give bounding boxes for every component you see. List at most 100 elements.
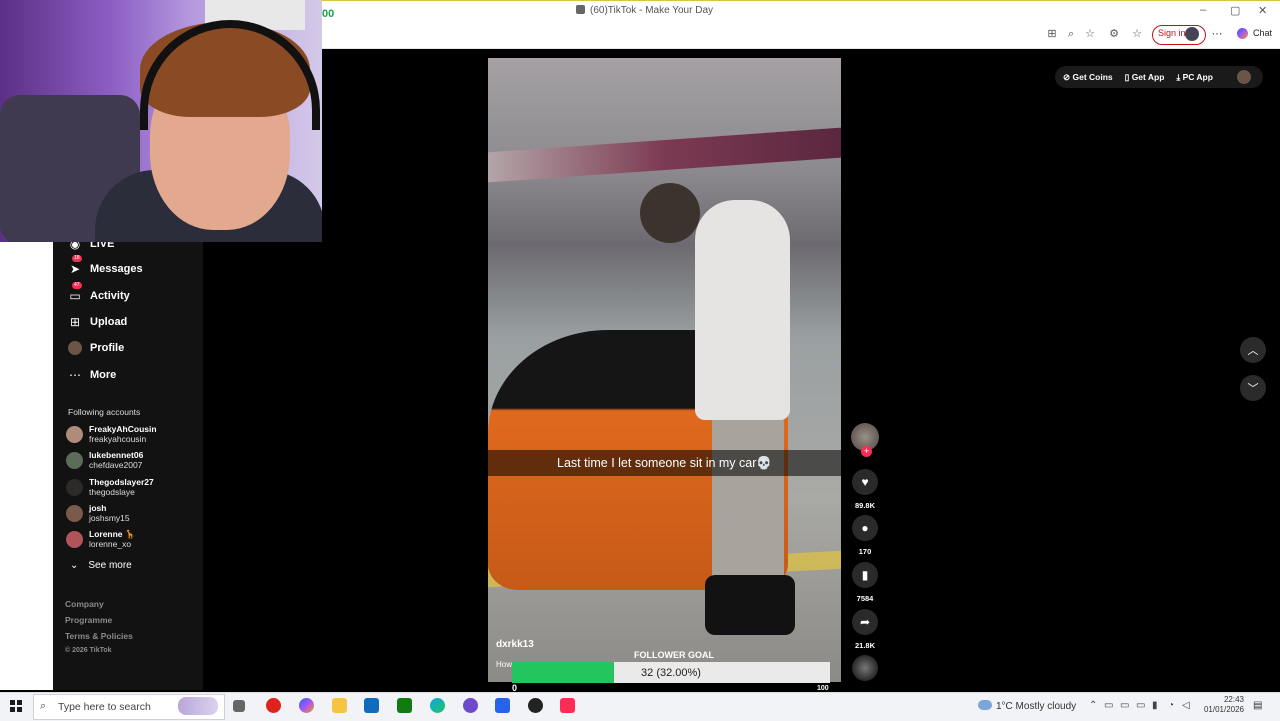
window-title: (60)TikTok - Make Your Day [590, 5, 714, 16]
profile-avatar-icon [1185, 27, 1199, 41]
edge-icon[interactable] [430, 698, 445, 713]
share-button[interactable]: ➦ [852, 609, 878, 635]
follower-goal-progress: 32 (32.00%) [641, 666, 701, 679]
notification-icon[interactable]: ▤ [1253, 700, 1262, 711]
footer-link-programme[interactable]: Programme [65, 615, 112, 625]
video-scene-person-body [695, 200, 790, 420]
opera-icon[interactable] [266, 698, 281, 713]
tiktok-taskbar-icon[interactable] [560, 698, 575, 713]
account-username: thegodslaye [89, 487, 135, 497]
footer-link-terms[interactable]: Terms & Policies [65, 631, 133, 641]
more-options-icon[interactable]: ⋯ [1211, 28, 1223, 40]
paper-plane-icon: ➤ 18 [69, 255, 82, 276]
media-app-icon[interactable] [528, 698, 543, 713]
task-view-icon[interactable] [233, 700, 245, 712]
messenger-icon[interactable] [463, 698, 478, 713]
previous-video-button[interactable]: ︿ [1240, 337, 1266, 363]
following-account[interactable]: lukebennet06 chefdave2007 [66, 448, 143, 472]
minimize-icon[interactable]: – [1200, 4, 1206, 16]
avatar-icon [68, 341, 82, 355]
xbox-icon[interactable] [397, 698, 412, 713]
account-name: Lorenne 🦒 [89, 529, 136, 539]
following-account[interactable]: FreakyAhCousin freakyahcousin [66, 422, 157, 446]
sidebar-item-more[interactable]: ⋯ More [68, 366, 116, 384]
sign-in-label: Sign in [1158, 28, 1186, 38]
footer-link-company[interactable]: Company [65, 599, 104, 609]
save-count: 7584 [856, 594, 874, 603]
see-more-label: See more [88, 560, 132, 571]
see-more-button[interactable]: ⌄ See more [70, 560, 132, 571]
following-account[interactable]: josh joshsmy15 [66, 501, 130, 525]
sidebar-item-messages[interactable]: ➤ 18 Messages [68, 255, 143, 278]
tab-counter: 00 [322, 8, 335, 20]
following-account[interactable]: Thegodslayer27 thegodslaye [66, 475, 154, 499]
favorite-star-icon[interactable]: ☆ [1084, 28, 1096, 40]
chevron-down-icon: ⌄ [70, 560, 79, 571]
microphone-icon[interactable]: ▮ [1152, 700, 1158, 711]
account-username: freakyahcousin [89, 434, 147, 444]
favorites-icon[interactable]: ☆ [1131, 28, 1143, 40]
sound-disc-icon[interactable] [852, 655, 878, 681]
comment-count: 170 [858, 547, 872, 556]
save-button[interactable]: ▮ [852, 562, 878, 588]
video-scene-person-head [640, 183, 700, 243]
tray-icon[interactable]: ▭ [1120, 700, 1129, 711]
video-author[interactable]: dxrkk13 [496, 639, 534, 650]
outlook-icon[interactable] [364, 698, 379, 713]
get-app-link[interactable]: ▯ Get App [1125, 72, 1165, 83]
app-icon[interactable] [495, 698, 510, 713]
following-account[interactable]: Lorenne 🦒 lorenne_xo [66, 527, 135, 551]
messages-badge: 18 [72, 255, 82, 262]
tray-overflow-icon[interactable]: ⌃ [1089, 700, 1097, 711]
volume-icon[interactable]: ◁ [1182, 700, 1190, 711]
video-caption: Last time I let someone sit in my car💀 [488, 450, 841, 476]
like-button[interactable]: ♥ [852, 469, 878, 495]
account-username: lorenne_xo [89, 539, 132, 549]
webcam-overlay [0, 0, 322, 242]
weather-text[interactable]: 1°C Mostly cloudy [996, 701, 1076, 712]
chevron-down-icon: ﹀ [1247, 383, 1259, 395]
file-explorer-icon[interactable] [332, 698, 347, 713]
sidebar-item-activity[interactable]: ▭ 47 Activity [68, 282, 130, 305]
zoom-icon[interactable]: ⌕ [1065, 28, 1077, 40]
avatar [66, 530, 83, 548]
taskbar-clock[interactable]: 22:43 01/01/2026 [1196, 695, 1244, 715]
apps-icon[interactable]: ⊞ [1046, 28, 1058, 40]
bookmark-icon: ▮ [861, 568, 869, 582]
avatar [66, 478, 83, 496]
sidebar-item-label: Upload [90, 316, 128, 328]
pc-app-link[interactable]: ⤓ PC App [1176, 72, 1213, 83]
tray-icon[interactable]: ▭ [1104, 700, 1113, 711]
account-name: josh [89, 503, 107, 513]
copilot-taskbar-icon[interactable] [299, 698, 314, 713]
top-right-links: ⊘ Get Coins ▯ Get App ⤓ PC App [1055, 66, 1263, 88]
get-app-label: Get App [1131, 71, 1165, 82]
page-left-margin [0, 242, 53, 690]
maximize-icon[interactable]: ▢ [1230, 4, 1240, 17]
comment-button[interactable]: ● [852, 515, 878, 541]
chevron-up-icon: ︿ [1247, 345, 1259, 357]
activity-badge: 47 [72, 282, 82, 289]
avatar [66, 425, 83, 443]
follow-plus-icon[interactable]: + [861, 446, 872, 457]
account-username: chefdave2007 [89, 460, 143, 470]
account-name: Thegodslayer27 [89, 477, 154, 487]
tray-icon[interactable]: ▭ [1136, 700, 1145, 711]
get-coins-link[interactable]: ⊘ Get Coins [1063, 72, 1113, 83]
sidebar-item-upload[interactable]: ⊞ Upload [68, 313, 127, 331]
clock-date: 01/01/2026 [1203, 705, 1244, 714]
video-description: How [496, 660, 513, 669]
windows-start-icon[interactable] [10, 700, 22, 712]
copilot-icon[interactable] [1237, 28, 1248, 39]
close-icon[interactable]: ✕ [1258, 4, 1267, 17]
extensions-icon[interactable]: ⚙ [1108, 28, 1120, 40]
user-avatar[interactable] [1237, 70, 1251, 84]
copyright: © 2026 TikTok [65, 647, 112, 654]
wifi-icon[interactable]: ◔ [1168, 700, 1174, 711]
clock-time: 22:43 [1223, 695, 1244, 704]
plus-square-icon: ⊞ [69, 315, 81, 329]
sidebar-item-profile[interactable]: Profile [68, 339, 124, 357]
next-video-button[interactable]: ﹀ [1240, 375, 1266, 401]
search-placeholder: Type here to search [58, 701, 151, 713]
chat-button[interactable]: Chat [1253, 28, 1272, 38]
